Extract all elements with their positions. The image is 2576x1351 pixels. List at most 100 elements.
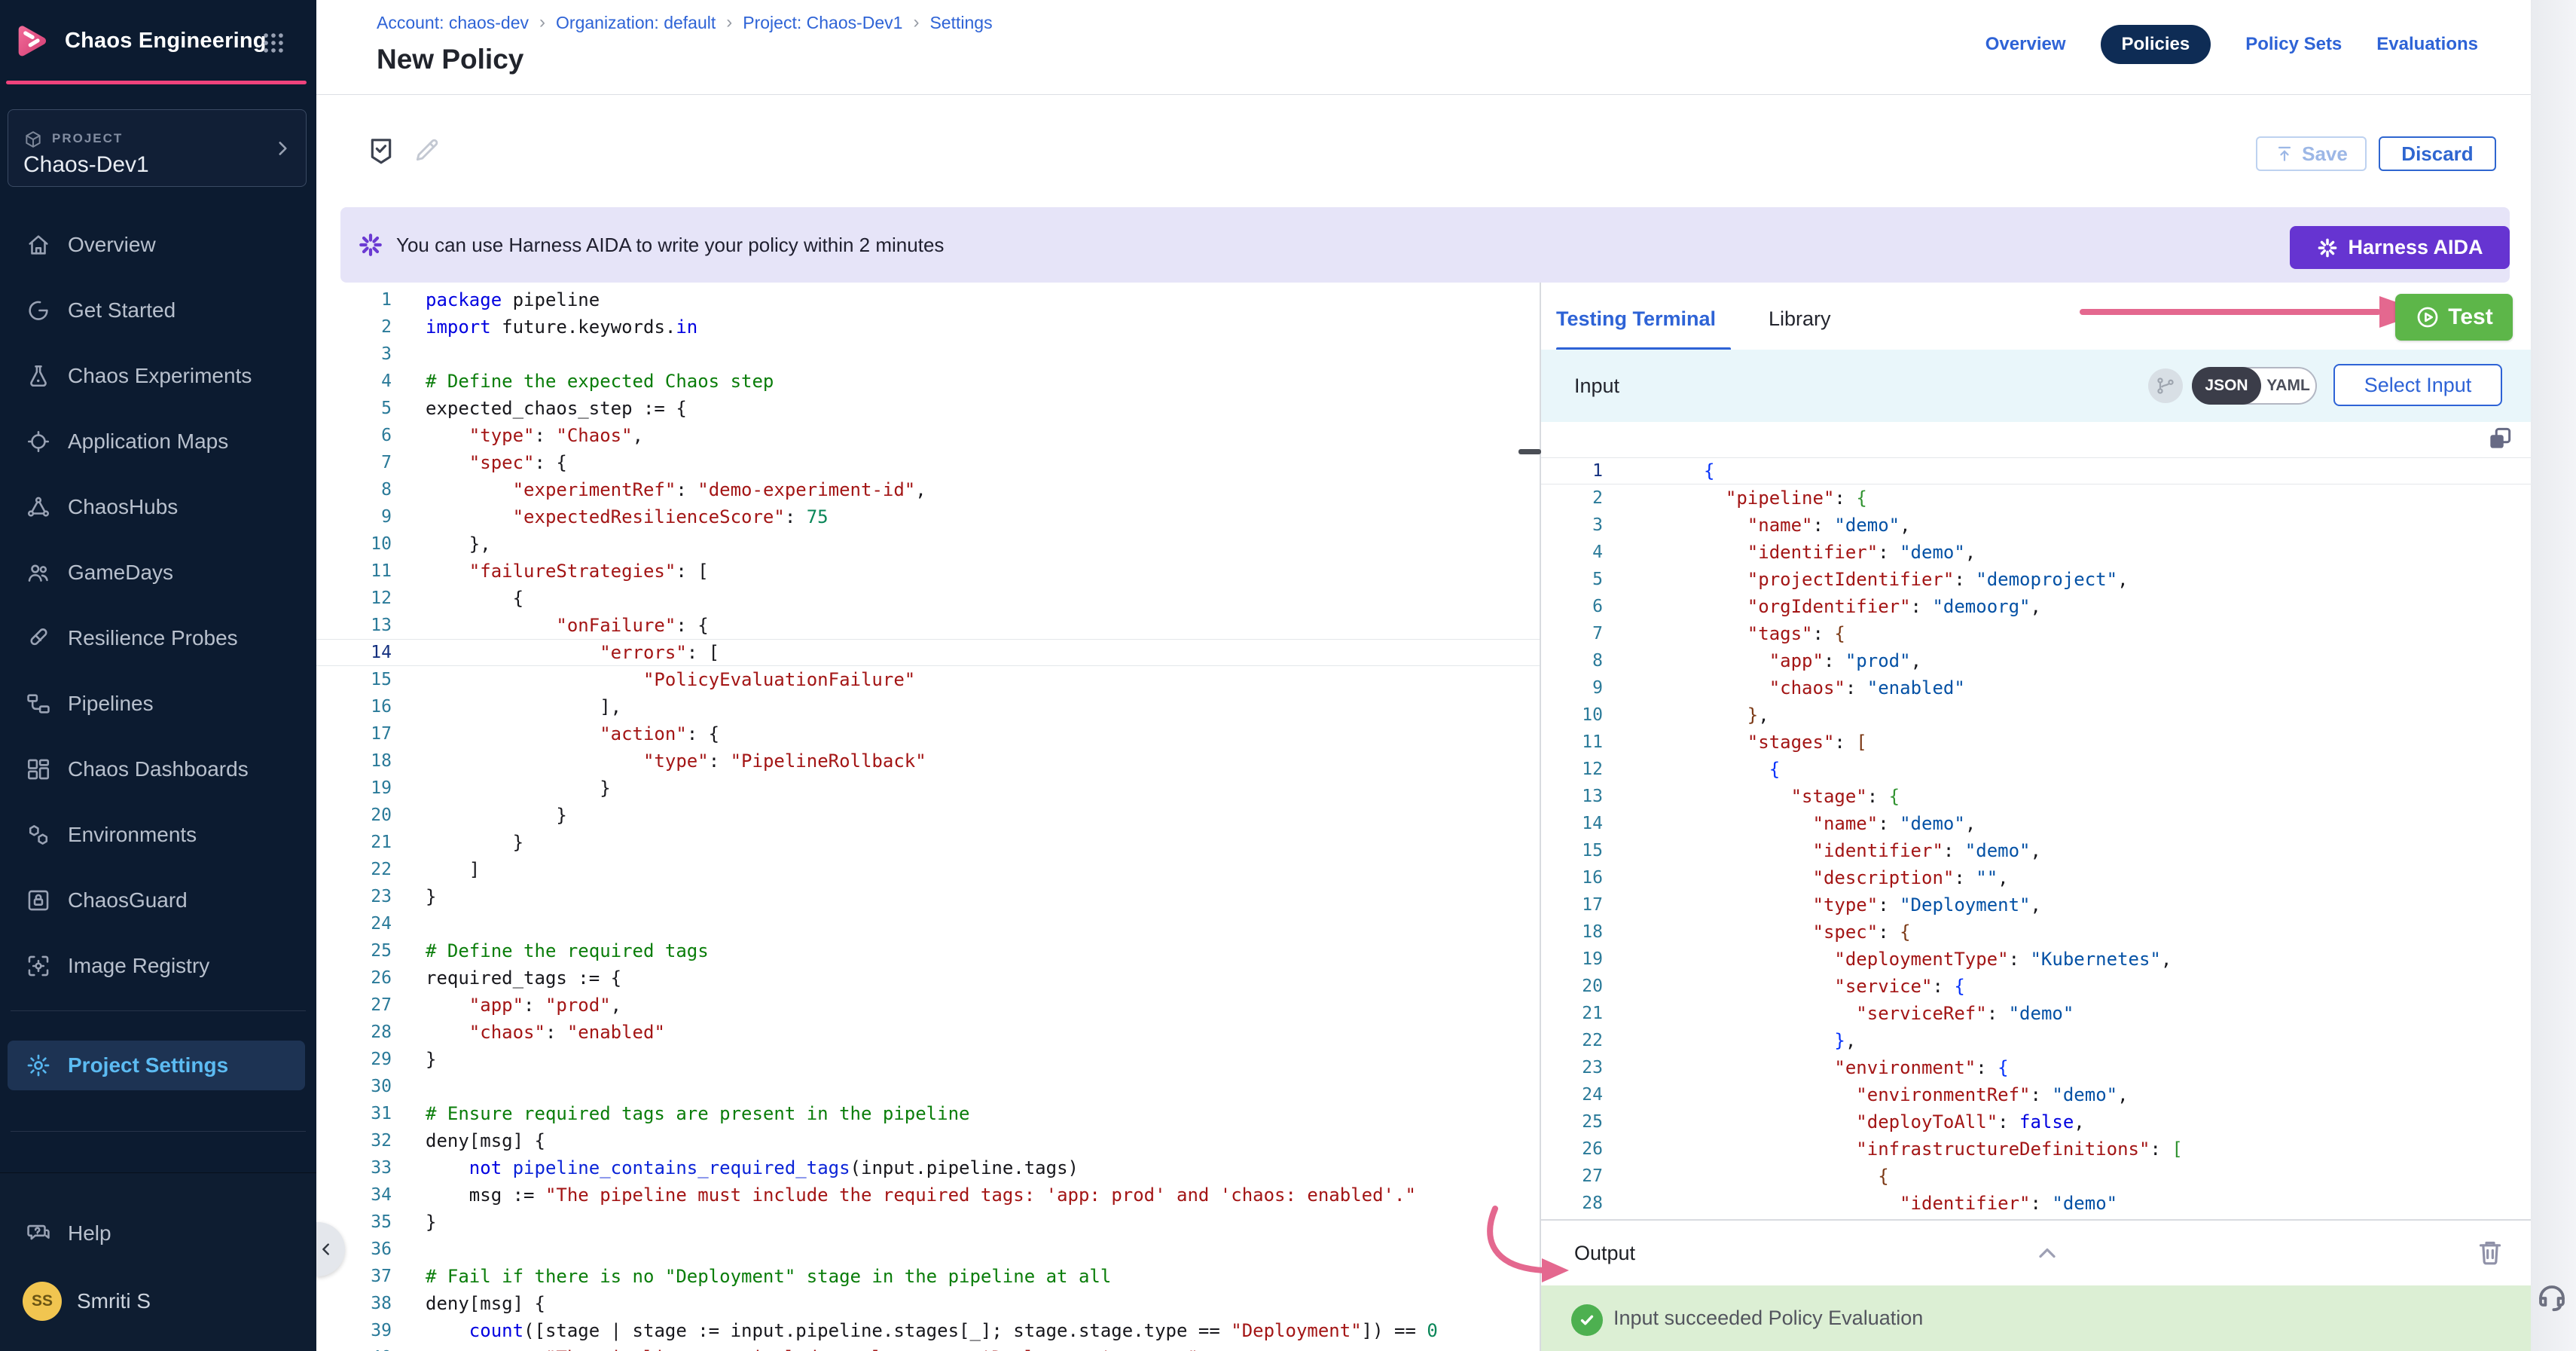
code-line[interactable]: 34 msg := "The pipeline must include the… [316, 1181, 1540, 1209]
breadcrumb-link[interactable]: Settings [929, 13, 992, 33]
code-line[interactable]: 19 } [316, 775, 1540, 802]
code-line[interactable]: 20 } [316, 802, 1540, 829]
code-line[interactable]: 18 "spec": { [1541, 918, 2531, 946]
toggle-json[interactable]: JSON [2192, 367, 2261, 405]
code-line[interactable]: 28 "chaos": "enabled" [316, 1019, 1540, 1046]
code-line[interactable]: 10 }, [316, 530, 1540, 558]
code-line[interactable]: 6 "orgIdentifier": "demoorg", [1541, 593, 2531, 620]
breadcrumb-link[interactable]: Organization: default [556, 13, 716, 33]
discard-button[interactable]: Discard [2379, 136, 2496, 171]
code-line[interactable]: 24 [316, 910, 1540, 937]
code-line[interactable]: 29} [316, 1046, 1540, 1073]
nav-tab-overview[interactable]: Overview [1985, 34, 2066, 55]
code-line[interactable]: 5expected_chaos_step := { [316, 395, 1540, 422]
code-line[interactable]: 37# Fail if there is no "Deployment" sta… [316, 1263, 1540, 1290]
sidebar-item-application-maps[interactable]: Application Maps [0, 417, 316, 466]
tab-library[interactable]: Library [1769, 307, 1831, 331]
code-line[interactable]: 35} [316, 1209, 1540, 1236]
sidebar-item-project-settings[interactable]: Project Settings [8, 1041, 305, 1090]
sidebar-item-get-started[interactable]: Get Started [0, 286, 316, 335]
code-line[interactable]: 21 "serviceRef": "demo" [1541, 1000, 2531, 1027]
code-line[interactable]: 27 "app": "prod", [316, 992, 1540, 1019]
code-line[interactable]: 33 not pipeline_contains_required_tags(i… [316, 1154, 1540, 1181]
code-line[interactable]: 1package pipeline [316, 286, 1540, 313]
code-line[interactable]: 19 "deploymentType": "Kubernetes", [1541, 946, 2531, 973]
breadcrumb-link[interactable]: Project: Chaos-Dev1 [743, 13, 902, 33]
code-line[interactable]: 17 "type": "Deployment", [1541, 891, 2531, 918]
code-line[interactable]: 28 "identifier": "demo" [1541, 1190, 2531, 1217]
code-line[interactable]: 24 "environmentRef": "demo", [1541, 1081, 2531, 1108]
code-line[interactable]: 8 "app": "prod", [1541, 647, 2531, 674]
avatar[interactable]: SS [23, 1282, 62, 1321]
code-line[interactable]: 10 }, [1541, 701, 2531, 729]
sidebar-item-pipelines[interactable]: Pipelines [0, 680, 316, 728]
code-line[interactable]: 38deny[msg] { [316, 1290, 1540, 1317]
trash-icon[interactable] [2475, 1237, 2505, 1267]
code-line[interactable]: 9 "expectedResilienceScore": 75 [316, 503, 1540, 530]
code-line[interactable]: 2import future.keywords.in [316, 313, 1540, 341]
nav-tab-evaluations[interactable]: Evaluations [2376, 34, 2478, 55]
code-line[interactable]: 23 "environment": { [1541, 1054, 2531, 1081]
code-line[interactable]: 40 msg := "The pipeline must include at … [316, 1344, 1540, 1351]
sidebar-item-chaos-experiments[interactable]: Chaos Experiments [0, 352, 316, 400]
sidebar-item-gamedays[interactable]: GameDays [0, 549, 316, 597]
nav-tab-policies[interactable]: Policies [2101, 25, 2211, 64]
user-name[interactable]: Smriti S [77, 1282, 151, 1321]
edit-icon[interactable] [413, 136, 441, 164]
code-line[interactable]: 7 "spec": { [316, 449, 1540, 476]
git-input-icon[interactable] [2148, 368, 2183, 403]
code-line[interactable]: 14 "errors": [ [316, 639, 1540, 666]
toggle-yaml[interactable]: YAML [2261, 368, 2315, 403]
sidebar-item-help[interactable]: Help [0, 1209, 316, 1258]
code-line[interactable]: 4# Define the expected Chaos step [316, 368, 1540, 395]
code-line[interactable]: 15 "identifier": "demo", [1541, 837, 2531, 864]
code-line[interactable]: 5 "projectIdentifier": "demoproject", [1541, 566, 2531, 593]
code-line[interactable]: 15 "PolicyEvaluationFailure" [316, 666, 1540, 693]
code-line[interactable]: 36 [316, 1236, 1540, 1263]
harness-logo-icon[interactable] [12, 20, 51, 59]
code-line[interactable]: 16 "description": "", [1541, 864, 2531, 891]
code-line[interactable]: 25 "deployToAll": false, [1541, 1108, 2531, 1136]
input-json-editor[interactable]: 1{2 "pipeline": {3 "name": "demo",4 "ide… [1541, 457, 2531, 1220]
code-line[interactable]: 2 "pipeline": { [1541, 484, 2531, 512]
code-line[interactable]: 11 "failureStrategies": [ [316, 558, 1540, 585]
code-line[interactable]: 23} [316, 883, 1540, 910]
code-line[interactable]: 32deny[msg] { [316, 1127, 1540, 1154]
code-line[interactable]: 6 "type": "Chaos", [316, 422, 1540, 449]
code-line[interactable]: 39 count([stage | stage := input.pipelin… [316, 1317, 1540, 1344]
harness-aida-button[interactable]: Harness AIDA [2290, 226, 2510, 269]
code-line[interactable]: 11 "stages": [ [1541, 729, 2531, 756]
save-button[interactable]: Save [2256, 136, 2367, 171]
nav-tab-policy-sets[interactable]: Policy Sets [2245, 34, 2342, 55]
sidebar-item-chaos-dashboards[interactable]: Chaos Dashboards [0, 745, 316, 793]
split-drag-handle[interactable] [1518, 449, 1541, 454]
code-line[interactable]: 12 { [316, 585, 1540, 612]
select-input-button[interactable]: Select Input [2333, 364, 2502, 406]
test-button[interactable]: Test [2395, 294, 2513, 341]
code-line[interactable]: 3 "name": "demo", [1541, 512, 2531, 539]
code-line[interactable]: 18 "type": "PipelineRollback" [316, 747, 1540, 775]
sidebar-item-resilience-probes[interactable]: Resilience Probes [0, 614, 316, 662]
code-line[interactable]: 13 "onFailure": { [316, 612, 1540, 639]
policy-code-editor[interactable]: 1package pipeline2import future.keywords… [316, 283, 1540, 1351]
tab-testing-terminal[interactable]: Testing Terminal [1556, 307, 1716, 331]
code-line[interactable]: 3 [316, 341, 1540, 368]
copy-icon[interactable] [2486, 424, 2514, 453]
breadcrumb-link[interactable]: Account: chaos-dev [377, 13, 529, 33]
code-line[interactable]: 16 ], [316, 693, 1540, 720]
code-line[interactable]: 30 [316, 1073, 1540, 1100]
sidebar-item-chaoshubs[interactable]: ChaosHubs [0, 483, 316, 531]
code-line[interactable]: 17 "action": { [316, 720, 1540, 747]
code-line[interactable]: 21 } [316, 829, 1540, 856]
sidebar-item-chaosguard[interactable]: ChaosGuard [0, 876, 316, 925]
code-line[interactable]: 9 "chaos": "enabled" [1541, 674, 2531, 701]
code-line[interactable]: 14 "name": "demo", [1541, 810, 2531, 837]
sidebar-item-image-registry[interactable]: Image Registry [0, 942, 316, 990]
chevron-up-icon[interactable] [2034, 1239, 2061, 1267]
format-toggle[interactable]: JSON YAML [2192, 367, 2317, 405]
sidebar-item-environments[interactable]: Environments [0, 811, 316, 859]
code-line[interactable]: 13 "stage": { [1541, 783, 2531, 810]
code-line[interactable]: 31# Ensure required tags are present in … [316, 1100, 1540, 1127]
code-line[interactable]: 4 "identifier": "demo", [1541, 539, 2531, 566]
module-switcher-icon[interactable] [261, 30, 286, 56]
